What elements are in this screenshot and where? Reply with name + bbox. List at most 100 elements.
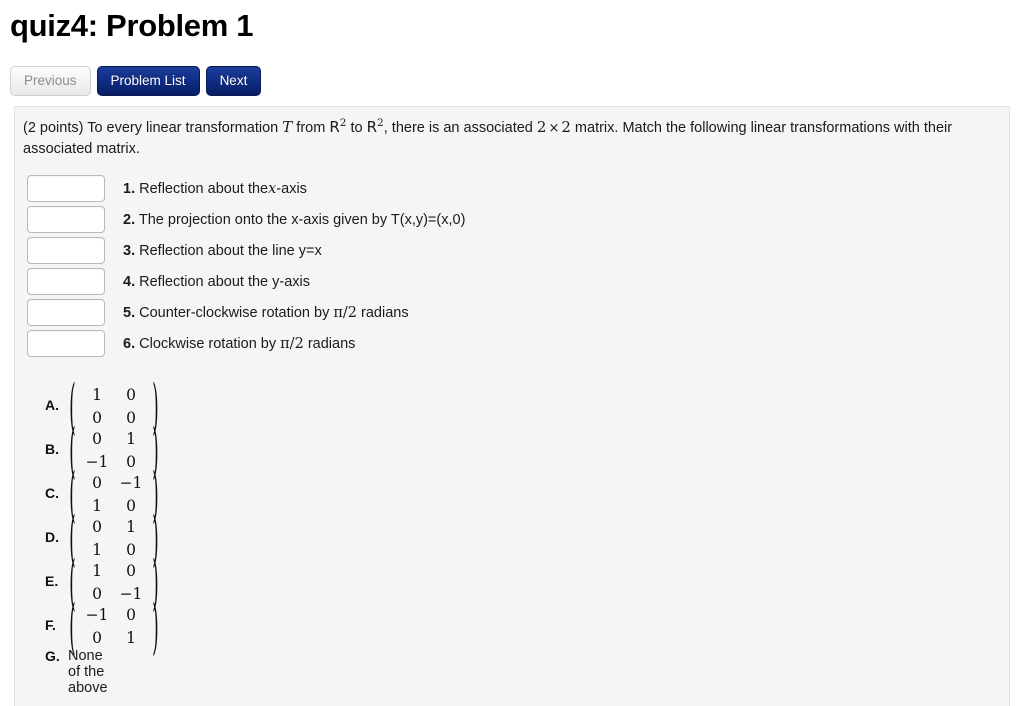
matrix-cell: 1 [126, 429, 136, 448]
match-label-1: 1. Reflection about thex-axis [123, 179, 307, 199]
math-domain-R: R [329, 118, 340, 136]
problem-statement: (2 points) To every linear transformatio… [23, 117, 1003, 160]
matrix-cells-C: 0 −1 1 0 [80, 471, 148, 517]
math-codomain-R: R [366, 118, 378, 136]
match-text-after-5: radians [361, 304, 409, 321]
choice-letter-F: F. [45, 617, 56, 633]
choice-letter-D: D. [45, 529, 59, 545]
match-label-5: 5. Counter-clockwise rotation by π/2 rad… [123, 303, 409, 323]
matrix-F: ( −1 0 0 1 ) [68, 596, 160, 656]
math-dim-left: 2 [536, 118, 547, 136]
match-row: 2. The projection onto the x-axis given … [27, 204, 465, 235]
matrix-cells-F: −1 0 0 1 [80, 603, 148, 649]
matrix-cell: −1 [85, 452, 109, 471]
matrix-cells-E: 1 0 0 −1 [80, 559, 148, 605]
match-math-5: π/2 [333, 304, 357, 321]
matrix-E: ( 1 0 0 −1 ) [68, 552, 160, 612]
math-codomain-space: R2 [367, 118, 384, 136]
matrix-cell: −1 [119, 584, 143, 603]
matrix-cells-B: 0 1 −1 0 [80, 427, 148, 473]
math-codomain-exponent: 2 [377, 117, 384, 129]
matrix-cell: 1 [92, 561, 102, 580]
math-transformation-T: T [282, 118, 293, 136]
match-row: 4. Reflection about the y-axis [27, 266, 465, 297]
math-dim-right: 2 [561, 118, 571, 136]
next-button[interactable]: Next [205, 66, 262, 96]
match-label-2: 2. The projection onto the x-axis given … [123, 210, 465, 230]
matrix-cells-D: 0 1 1 0 [80, 515, 148, 561]
matrix-cell: 1 [92, 496, 102, 515]
match-text-after-1: -axis [276, 180, 307, 197]
matrix-cell: 0 [126, 605, 136, 624]
problem-to-word: to [350, 120, 363, 136]
match-number-4: 4. [123, 273, 136, 290]
choice-text-G: None of the above [68, 648, 108, 696]
problem-nav-bar: Previous Problem List Next [10, 66, 262, 96]
matrix-cell: 1 [126, 517, 136, 536]
match-text-before-6: Clockwise rotation by [139, 335, 277, 352]
math-domain-space: R2 [329, 118, 346, 136]
match-text-before-1: Reflection about the [139, 180, 269, 197]
previous-button[interactable]: Previous [10, 66, 91, 96]
match-number-5: 5. [123, 304, 136, 321]
matrix-cell: 0 [126, 385, 136, 404]
choice-letter-A: A. [45, 397, 59, 413]
paren-open-icon: ( [69, 590, 76, 662]
choice-letter-G: G. [45, 648, 60, 664]
match-row: 5. Counter-clockwise rotation by π/2 rad… [27, 297, 465, 328]
match-list: 1. Reflection about thex-axis 2. The pro… [27, 173, 465, 359]
choice-letter-B: B. [45, 441, 59, 457]
math-domain-exponent: 2 [339, 117, 347, 129]
match-text-after-6: radians [307, 335, 356, 352]
matrix-D: ( 0 1 1 0 ) [68, 508, 160, 568]
matrix-cell: −1 [119, 473, 143, 492]
match-row: 3. Reflection about the line y=x [27, 235, 465, 266]
matrix-cell: 0 [126, 561, 136, 580]
choice-letter-E: E. [45, 573, 59, 589]
match-number-1: 1. [123, 180, 136, 197]
problem-middle-text: , there is an associated [383, 120, 533, 136]
matrix-cell: 1 [92, 540, 102, 559]
matrix-cell: 0 [92, 408, 102, 427]
match-text-before-4: Reflection about the y-axis [139, 273, 310, 290]
problem-from-word: from [296, 120, 326, 136]
matrix-A: ( 1 0 0 0 ) [68, 376, 160, 436]
matrix-cell: 0 [92, 473, 102, 492]
matrix-cell: 0 [92, 429, 102, 448]
page-title: quiz4: Problem 1 [10, 8, 254, 43]
matrix-cell: 0 [92, 517, 102, 536]
matrix-cell: 0 [92, 584, 102, 603]
matrix-B: ( 0 1 −1 0 ) [68, 420, 160, 480]
matrix-cell: 0 [92, 628, 102, 647]
answer-input-2[interactable] [27, 206, 105, 233]
answer-input-3[interactable] [27, 237, 105, 264]
matrix-cell: 0 [126, 540, 136, 559]
match-text-before-2: The projection onto the x-axis given by … [138, 211, 466, 228]
match-number-3: 3. [123, 242, 136, 259]
answer-input-6[interactable] [27, 330, 105, 357]
answer-input-4[interactable] [27, 268, 105, 295]
problem-list-button[interactable]: Problem List [96, 66, 200, 96]
choice-letter-C: C. [45, 485, 59, 501]
match-label-6: 6. Clockwise rotation by π/2 radians [123, 334, 355, 354]
paren-close-icon: ) [152, 590, 159, 662]
math-times-symbol: × [548, 121, 560, 136]
match-number-2: 2. [123, 211, 136, 228]
problem-panel: (2 points) To every linear transformatio… [14, 106, 1010, 706]
matrix-cell: −1 [85, 605, 109, 624]
matrix-cell: 1 [92, 385, 102, 404]
match-row: 6. Clockwise rotation by π/2 radians [27, 328, 465, 359]
matrix-C: ( 0 −1 1 0 ) [68, 464, 160, 524]
match-math-6: π/2 [280, 335, 304, 352]
match-number-6: 6. [123, 335, 136, 352]
problem-points-prefix: (2 points) To every linear transformatio… [23, 120, 279, 136]
match-text-before-3: Reflection about the line y=x [139, 242, 322, 259]
match-text-before-5: Counter-clockwise rotation by [139, 304, 330, 321]
match-row: 1. Reflection about thex-axis [27, 173, 465, 204]
answer-input-1[interactable] [27, 175, 105, 202]
matrix-cells-A: 1 0 0 0 [80, 383, 148, 429]
answer-input-5[interactable] [27, 299, 105, 326]
matrix-cell: 0 [126, 452, 136, 471]
matrix-cell: 0 [126, 496, 136, 515]
matrix-cell: 1 [126, 628, 136, 647]
